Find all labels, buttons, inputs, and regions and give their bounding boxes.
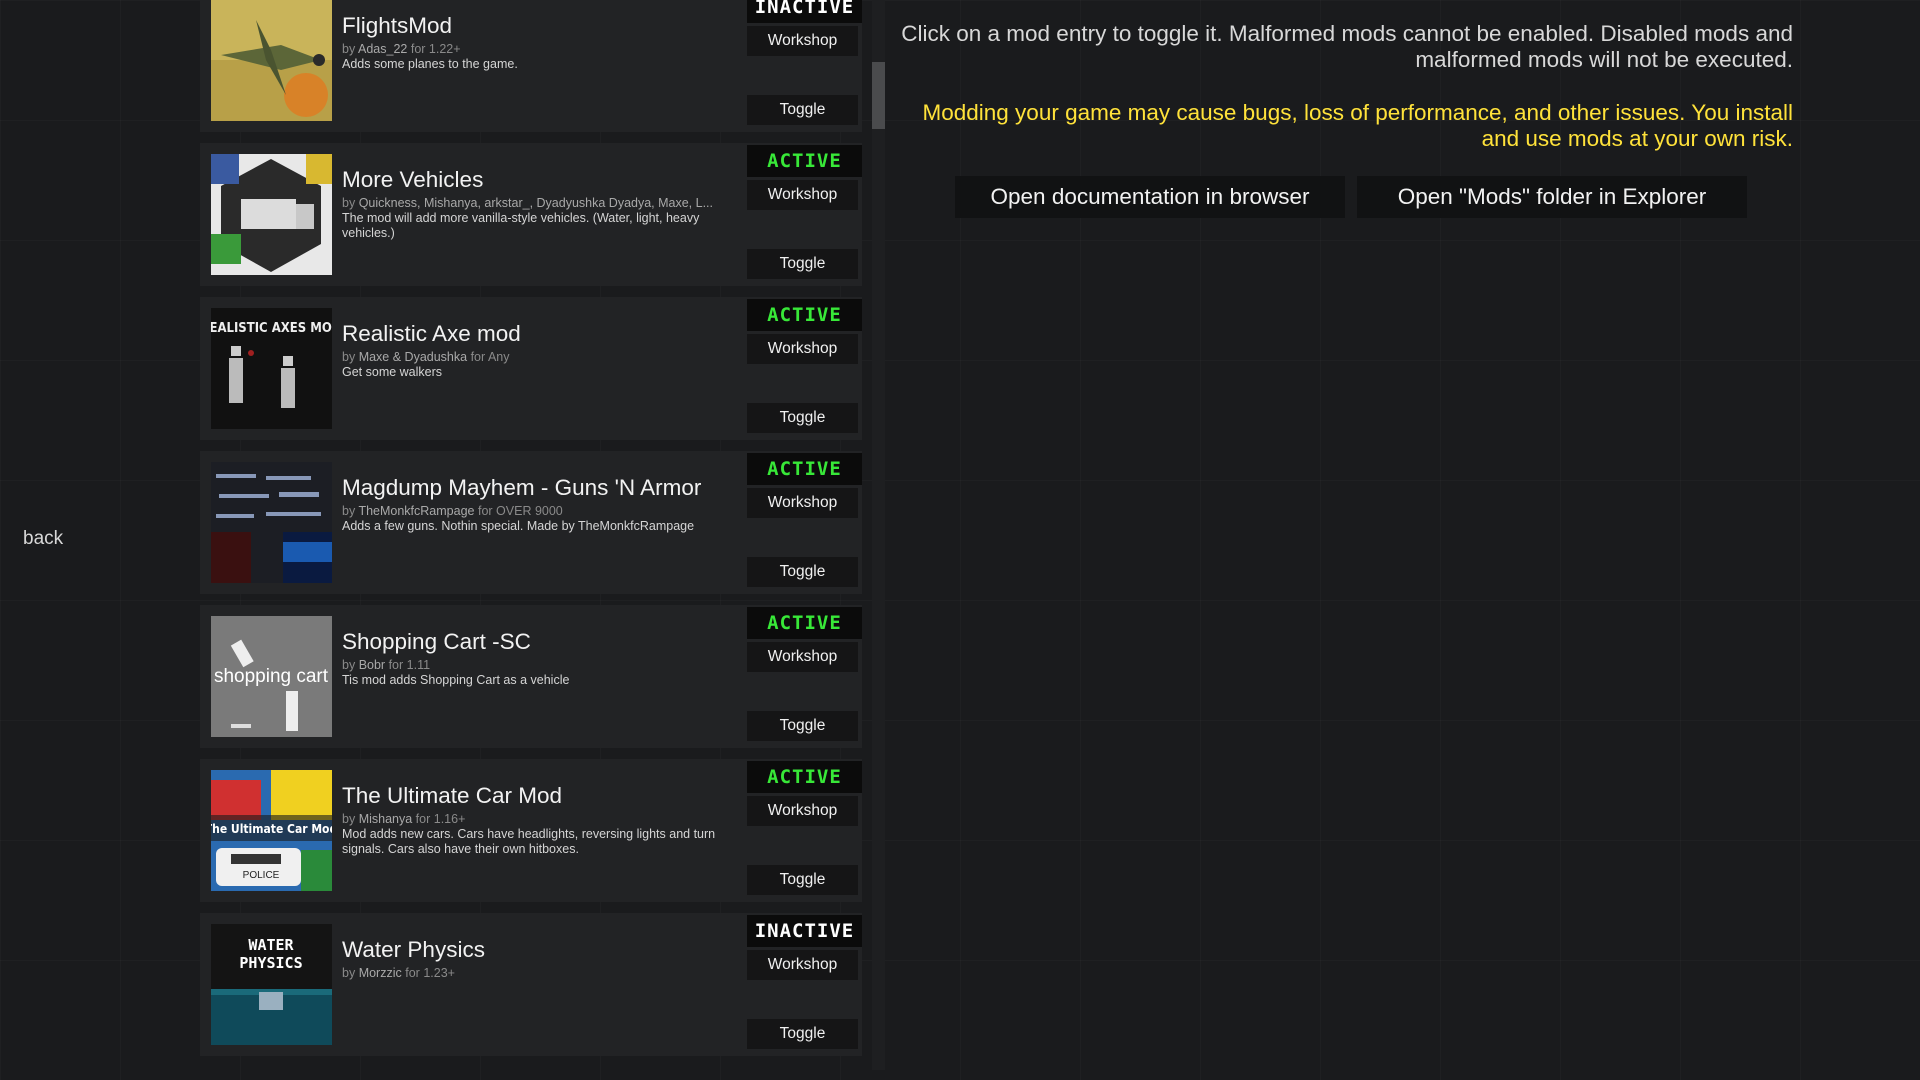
status-badge: ACTIVE	[747, 299, 862, 331]
status-badge: ACTIVE	[747, 145, 862, 177]
open-mods-folder-button[interactable]: Open "Mods" folder in Explorer	[1357, 176, 1747, 218]
mod-byline: by Bobr for 1.11	[342, 658, 431, 672]
mod-byline: by Adas_22 for 1.22+	[342, 42, 461, 56]
mod-title: Realistic Axe mod	[342, 321, 521, 346]
scrollbar[interactable]	[872, 0, 885, 1070]
mod-description: The mod will add more vanilla-style vehi…	[342, 211, 700, 240]
toggle-button[interactable]: Toggle	[747, 249, 858, 279]
mod-description: Adds some planes to the game.	[342, 57, 518, 71]
mod-entry-water-physics[interactable]: WATER PHYSICS Water Physics by Morzzic f…	[200, 913, 862, 1056]
instructions-text: Click on a mod entry to toggle it. Malfo…	[901, 21, 1793, 72]
toggle-button[interactable]: Toggle	[747, 403, 858, 433]
thumb-text: WATER	[248, 936, 294, 954]
back-button[interactable]: back	[23, 528, 63, 550]
workshop-button[interactable]: Workshop	[747, 334, 858, 364]
mod-description: Tis mod adds Shopping Cart as a vehicle	[342, 673, 570, 687]
mod-version: 1.11	[406, 658, 431, 672]
cart-thumbnail-icon: shopping cart	[211, 616, 332, 737]
mod-byline: by Morzzic for 1.23+	[342, 966, 455, 980]
car-thumbnail-icon: The Ultimate Car Mod POLICE	[211, 770, 332, 891]
mod-byline: by TheMonkfcRampage for OVER 9000	[342, 504, 563, 518]
status-badge: INACTIVE	[747, 0, 862, 23]
mod-entry-ultimate-car[interactable]: The Ultimate Car Mod POLICE The Ultimate…	[200, 759, 862, 902]
mod-byline: by Quickness, Mishanya, arkstar_, Dyadyu…	[342, 196, 714, 210]
mod-entry-shopping-cart[interactable]: shopping cart Shopping Cart -SC by Bobr …	[200, 605, 862, 748]
toggle-button[interactable]: Toggle	[747, 557, 858, 587]
thumb-text: REALISTIC AXES MOD	[211, 321, 332, 336]
thumb-text-secondary: POLICE	[243, 870, 280, 881]
workshop-button[interactable]: Workshop	[747, 180, 858, 210]
workshop-button[interactable]: Workshop	[747, 950, 858, 980]
mod-version: Any	[487, 350, 510, 364]
mod-title: FlightsMod	[342, 13, 453, 38]
workshop-button[interactable]: Workshop	[747, 642, 858, 672]
toggle-button[interactable]: Toggle	[747, 711, 858, 741]
mod-author: TheMonkfcRampage	[358, 504, 475, 518]
mod-version: 1.23+	[423, 966, 455, 980]
mod-version: 1.16+	[433, 812, 466, 826]
mod-description: Adds a few guns. Nothin special. Made by…	[342, 519, 695, 533]
thumb-text: shopping cart	[214, 666, 329, 687]
status-badge: ACTIVE	[747, 607, 862, 639]
mod-description: Mod adds new cars. Cars have headlights,…	[342, 827, 716, 856]
mod-author: Morzzic	[358, 966, 402, 980]
mod-author: Mishanya	[358, 812, 413, 826]
open-documentation-button[interactable]: Open documentation in browser	[955, 176, 1345, 218]
mod-author: Quickness, Mishanya, arkstar_, Dyadyushk…	[358, 196, 714, 210]
toggle-button[interactable]: Toggle	[747, 865, 858, 895]
workshop-button[interactable]: Workshop	[747, 488, 858, 518]
mod-title: More Vehicles	[342, 167, 484, 192]
mod-author: Bobr	[358, 658, 386, 672]
mod-author: Maxe & Dyadushka	[358, 350, 468, 364]
mod-title: The Ultimate Car Mod	[342, 783, 563, 808]
mod-byline: by Mishanya for 1.16+	[342, 812, 466, 826]
workshop-button[interactable]: Workshop	[747, 26, 858, 56]
water-thumbnail-icon: WATER PHYSICS	[211, 924, 332, 1045]
workshop-button[interactable]: Workshop	[747, 796, 858, 826]
mod-author: Adas_22	[358, 42, 408, 56]
scrollbar-thumb[interactable]	[872, 62, 885, 129]
mod-entry-realistic-axe[interactable]: REALISTIC AXES MOD Realistic Axe mod by …	[200, 297, 862, 440]
mod-entry-flightsmod[interactable]: FlightsMod by Adas_22 for 1.22+ Adds som…	[200, 0, 862, 132]
plane-thumbnail-icon	[211, 0, 332, 121]
mod-byline: by Maxe & Dyadushka for Any	[342, 350, 510, 364]
vehicles-thumbnail-icon	[211, 154, 332, 275]
mod-title: Magdump Mayhem - Guns 'N Armor	[342, 475, 702, 500]
axe-thumbnail-icon: REALISTIC AXES MOD	[211, 308, 332, 429]
toggle-button[interactable]: Toggle	[747, 95, 858, 125]
mod-list[interactable]: FlightsMod by Adas_22 for 1.22+ Adds som…	[200, 0, 862, 1070]
mod-description: Get some walkers	[342, 365, 443, 379]
status-badge: ACTIVE	[747, 761, 862, 793]
mod-version: OVER 9000	[496, 504, 563, 518]
mod-version: 1.22+	[428, 42, 461, 56]
mod-title: Water Physics	[342, 937, 485, 962]
toggle-button[interactable]: Toggle	[747, 1019, 858, 1049]
mod-title: Shopping Cart -SC	[342, 629, 531, 654]
mod-entry-more-vehicles[interactable]: More Vehicles by Quickness, Mishanya, ar…	[200, 143, 862, 286]
warning-text: Modding your game may cause bugs, loss o…	[922, 100, 1794, 151]
guns-thumbnail-icon	[211, 462, 332, 583]
mod-entry-magdump-mayhem[interactable]: Magdump Mayhem - Guns 'N Armor by TheMon…	[200, 451, 862, 594]
thumb-text: The Ultimate Car Mod	[211, 822, 332, 836]
status-badge: INACTIVE	[747, 915, 862, 947]
status-badge: ACTIVE	[747, 453, 862, 485]
thumb-text-secondary: PHYSICS	[239, 954, 302, 972]
